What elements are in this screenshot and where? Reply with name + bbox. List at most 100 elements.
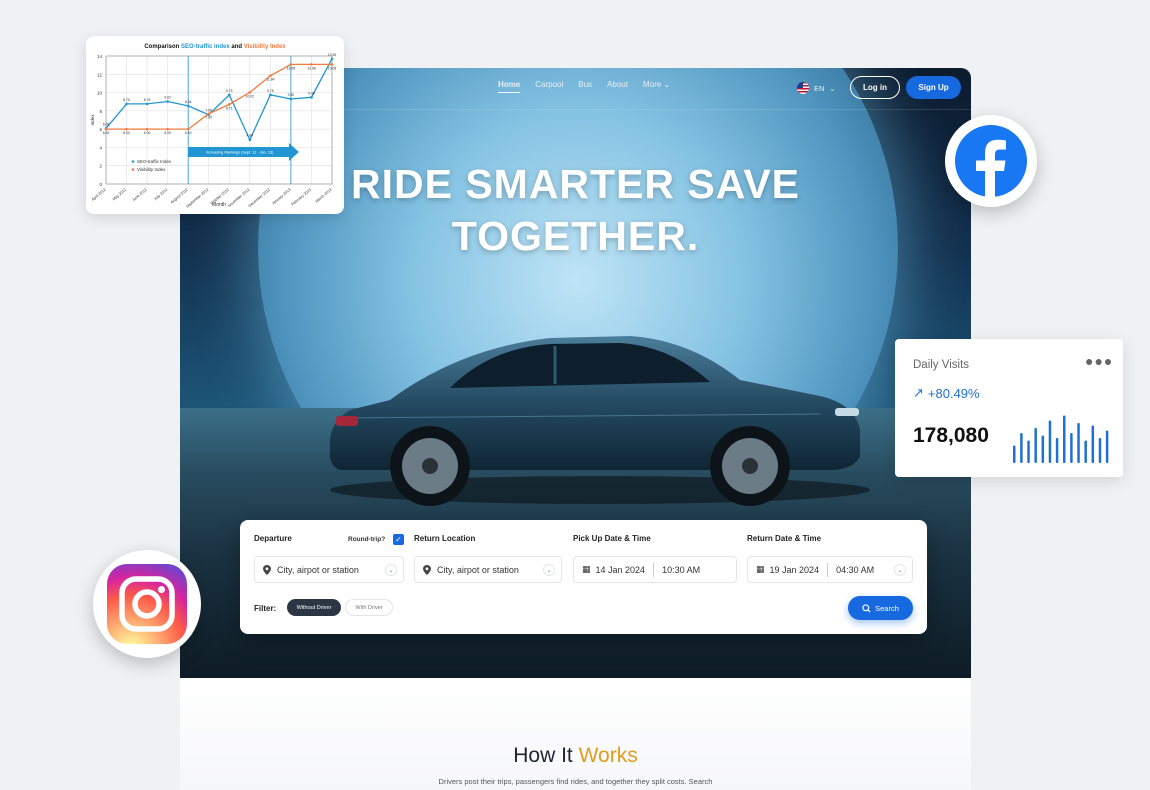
language-selector[interactable]: EN ⌄ — [797, 82, 836, 94]
filter-without-driver[interactable]: Without Driver — [287, 599, 341, 616]
chart-title: Comparison SEO-traffic index and Visibil… — [144, 44, 286, 50]
x-tick-label: May 2012 — [112, 188, 127, 202]
data-point — [125, 127, 128, 131]
search-button[interactable]: Search — [848, 596, 913, 620]
data-point — [269, 74, 272, 78]
calendar-icon: ▦ — [756, 564, 765, 574]
data-point — [227, 103, 231, 106]
car-image — [329, 336, 870, 506]
pickup-datetime-input[interactable]: ▦ 14 Jan 2024 10:30 AM — [573, 556, 737, 583]
visits-bar — [1105, 430, 1109, 463]
nav-about[interactable]: About — [607, 80, 628, 93]
main-nav: Home Carpool Bus About More ⌄ — [498, 80, 670, 93]
filter-label: Filter: — [254, 604, 277, 613]
x-tick-label: August 2012 — [170, 188, 189, 205]
nav-carpool[interactable]: Carpool — [535, 80, 563, 93]
return-datetime-input[interactable]: ▦ 19 Jan 2024 04:30 AM ⌄ — [747, 556, 913, 583]
visits-change: ↗ +80.49% — [913, 385, 980, 401]
visits-bar — [1098, 438, 1102, 463]
legend-marker — [131, 168, 135, 171]
signup-button[interactable]: Sign Up — [906, 76, 961, 99]
legend-marker — [131, 160, 135, 163]
data-point — [186, 104, 190, 108]
pickup-group: Pick Up Date & Time — [573, 534, 651, 543]
data-label: 6.00 — [185, 131, 192, 135]
annotation-text: Increasing Rankings (Sept. 11 - Jan. 13) — [206, 151, 274, 155]
data-label: 9.75 — [267, 89, 274, 93]
departure-input[interactable]: City, airpot or station ⌄ — [254, 556, 404, 583]
round-trip-checkbox[interactable]: ✓ — [393, 534, 404, 545]
visits-change-value: +80.49% — [927, 385, 980, 401]
search-icon — [862, 603, 871, 613]
y-axis-label: Index — [90, 114, 95, 126]
return-date: 19 Jan 2024 — [769, 564, 820, 575]
how-title-part1: How It — [513, 744, 573, 767]
pickup-time: 10:30 AM — [662, 564, 701, 575]
how-it-works-description: Drivers post their trips, passengers fin… — [438, 777, 713, 786]
facebook-badge[interactable] — [945, 115, 1037, 207]
plot-frame — [105, 55, 333, 185]
x-tick-label: June 2012 — [132, 188, 148, 202]
data-label: 9.48 — [308, 91, 315, 95]
return-location-group: Return Location — [414, 534, 475, 543]
nav-home[interactable]: Home — [498, 80, 521, 93]
filter-with-driver[interactable]: With Driver — [345, 599, 393, 616]
y-tick-label: 10 — [97, 91, 103, 96]
x-tick-label: March 2013 — [315, 188, 333, 204]
return-location-label: Return Location — [414, 534, 476, 543]
departure-placeholder: City, airpot or station — [277, 564, 359, 575]
y-tick-label: 8 — [99, 109, 102, 114]
data-label: 6.00 — [144, 131, 151, 135]
chevron-down-icon: ⌄ — [385, 564, 397, 576]
nav-more[interactable]: More ⌄ — [643, 80, 670, 93]
data-point — [248, 91, 252, 94]
data-point — [227, 93, 231, 97]
headline-line-1: RIDE SMARTER SAVE — [350, 161, 801, 207]
departure-group: Departure — [254, 534, 292, 543]
data-label: 7.69 — [205, 116, 212, 120]
instagram-icon — [107, 564, 187, 644]
data-point — [248, 138, 252, 142]
legend-label: SEO-traffic Index — [137, 159, 172, 164]
more-dots-icon[interactable]: ●●● — [1085, 353, 1113, 369]
visits-bar — [1091, 425, 1095, 463]
data-point — [289, 97, 293, 101]
data-point — [104, 127, 108, 131]
chevron-down-icon: ⌄ — [894, 564, 906, 576]
visits-count: 178,080 — [913, 424, 989, 447]
instagram-badge[interactable] — [93, 550, 201, 658]
daily-visits-card: Daily Visits ●●● ↗ +80.49% 178,080 — [895, 339, 1123, 477]
x-tick-label: September 2012 — [185, 188, 209, 209]
x-tick-label: December 2012 — [248, 188, 271, 208]
nav-bus[interactable]: Bus — [578, 80, 592, 93]
data-label: 6.00 — [123, 131, 130, 135]
data-point — [310, 63, 313, 66]
login-button[interactable]: Log in — [850, 76, 900, 99]
data-label: 8.54 — [185, 100, 192, 104]
visits-bar — [1027, 440, 1030, 463]
data-label: 4.84 — [247, 134, 254, 138]
data-point — [166, 100, 169, 103]
field-separator — [653, 562, 655, 577]
data-label: 9.75 — [226, 89, 233, 93]
legend-label: Visibility Index — [137, 167, 166, 172]
y-tick-label: 2 — [99, 164, 102, 169]
search-button-label: Search — [875, 603, 899, 613]
visits-bar — [1077, 423, 1080, 463]
location-pin-icon — [263, 564, 271, 575]
return-location-input[interactable]: City, airpot or station ⌄ — [414, 556, 562, 583]
seo-chart: Comparison SEO-traffic index and Visibil… — [90, 44, 336, 209]
data-label: 8.71 — [226, 106, 233, 110]
return-datetime-label: Return Date & Time — [747, 534, 822, 543]
visits-bar — [1020, 433, 1023, 463]
chevron-down-icon: ⌄ — [663, 80, 671, 89]
visits-bar-chart — [1013, 415, 1109, 463]
data-point — [145, 127, 149, 131]
data-label: 10.02 — [246, 94, 255, 98]
data-label: 9.02 — [164, 96, 171, 100]
data-label: 6.00 — [164, 131, 171, 135]
departure-label: Departure — [254, 534, 292, 543]
return-time: 04:30 AM — [836, 564, 875, 575]
return-placeholder: City, airpot or station — [437, 564, 519, 575]
x-tick-label: January 2013 — [271, 188, 291, 206]
